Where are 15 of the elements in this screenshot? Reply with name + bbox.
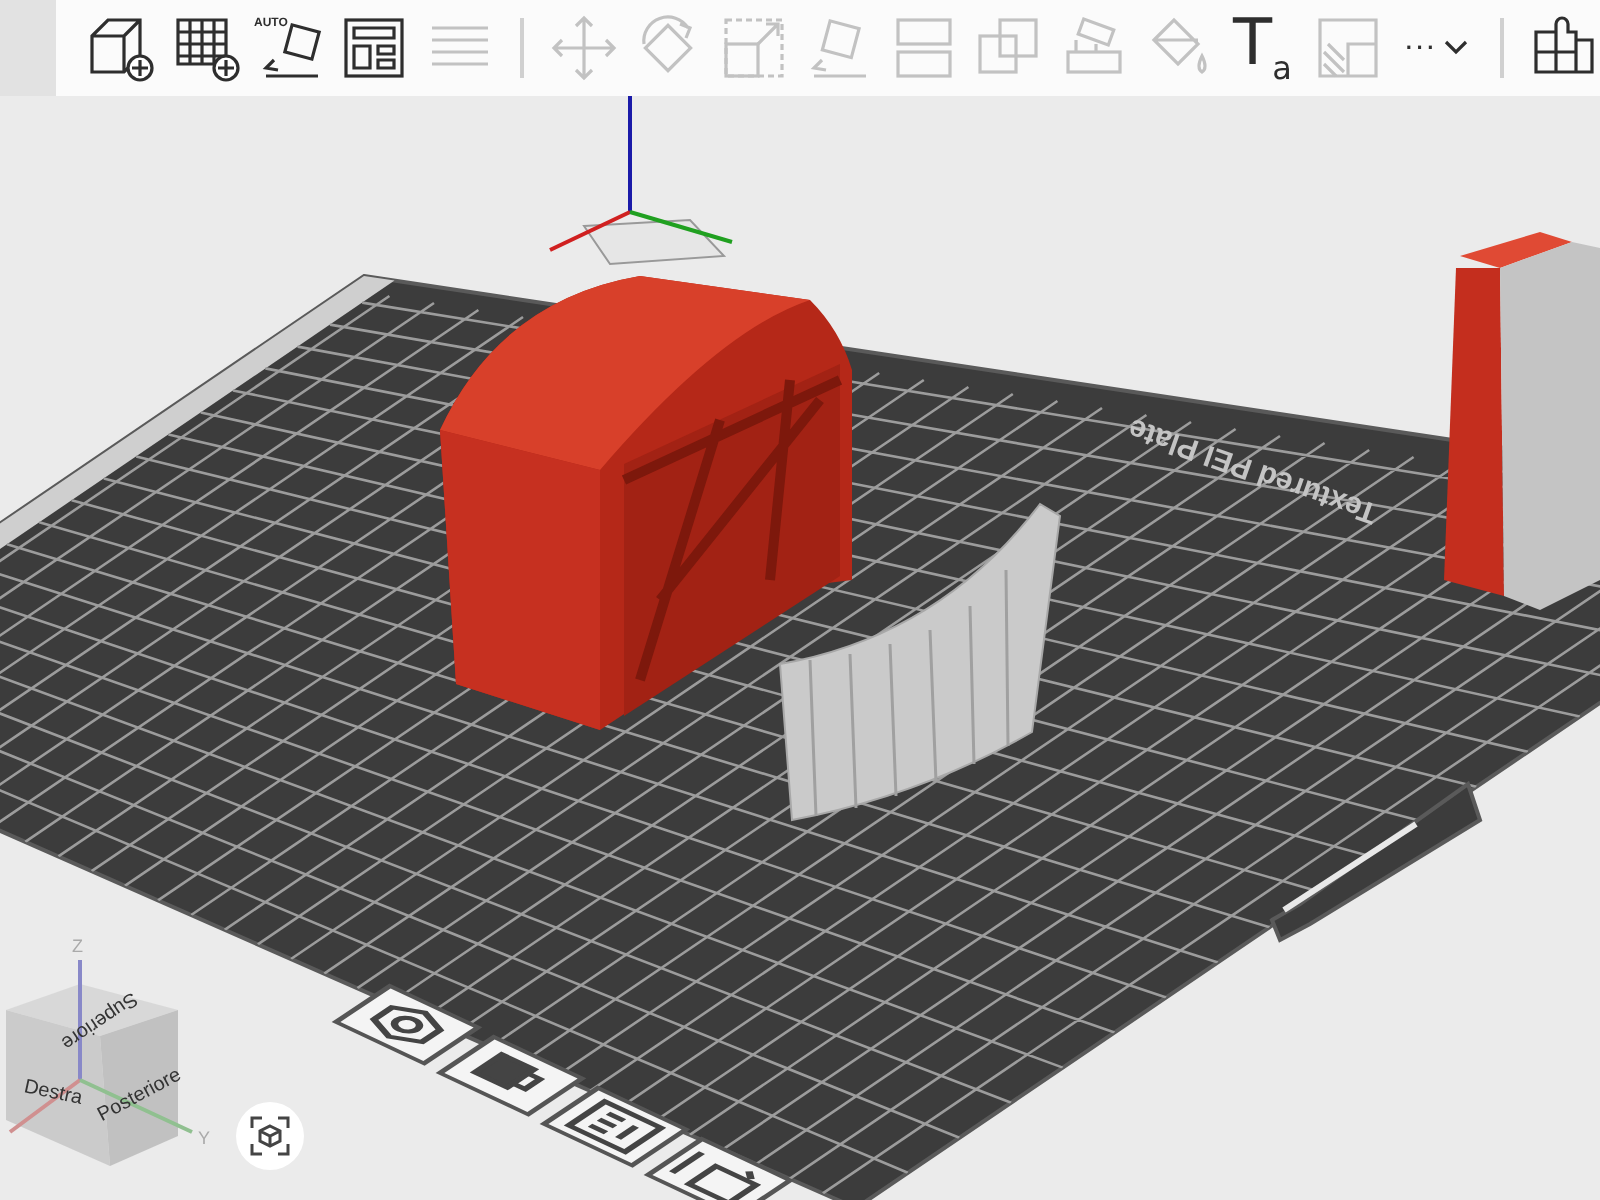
cup-icon [469, 1051, 546, 1093]
move-arrows-icon [548, 12, 621, 84]
cube-focus-icon [250, 1116, 290, 1156]
more-button[interactable]: ··· [1395, 8, 1476, 88]
z-axis-label: Z [72, 936, 83, 956]
right-face-label: Destra [21, 1076, 85, 1110]
y-axis-label: Y [198, 1128, 211, 1148]
layout-icon [563, 1098, 667, 1155]
plate-tool-button[interactable] [643, 1136, 795, 1200]
text-tool-button[interactable]: T$_{a}$ [1226, 8, 1299, 88]
caret-icon [1443, 40, 1468, 56]
pencil-box-icon [669, 1149, 762, 1200]
cube-plus-icon [84, 12, 157, 84]
hexagon-nut-icon [369, 1004, 445, 1045]
recenter-view-button[interactable] [236, 1102, 304, 1170]
